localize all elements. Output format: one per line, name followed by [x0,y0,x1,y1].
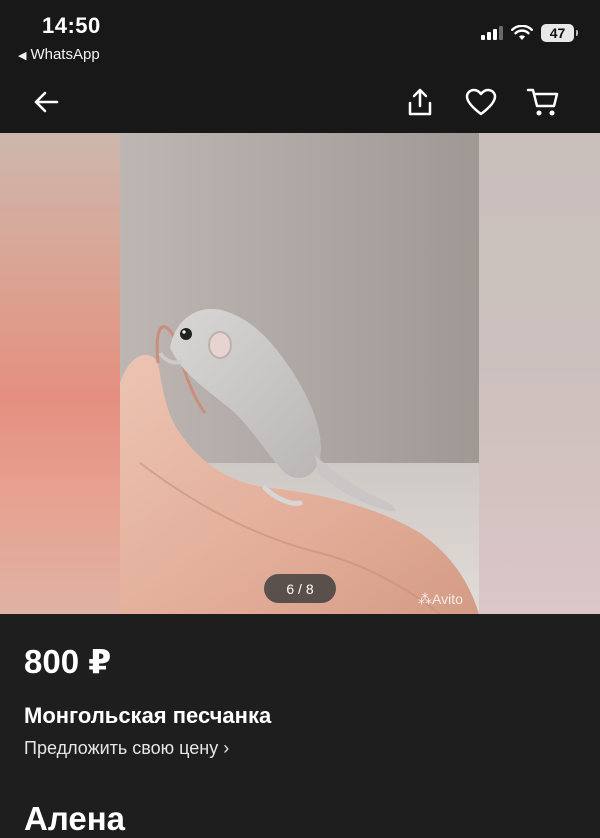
back-triangle-icon: ◀ [18,50,27,62]
favorite-button[interactable] [461,82,501,122]
seller-name[interactable]: Алена [24,800,125,838]
watermark-icon: ⁂ [418,591,432,607]
listing-title: Монгольская песчанка [24,703,272,728]
gallery-blur-right [479,133,600,614]
listing-price: 800 ₽ [24,643,112,680]
share-button[interactable] [400,82,440,122]
photo-counter: 6 / 8 [264,574,336,603]
back-to-app-link[interactable]: ◀ WhatsApp [18,46,100,63]
cellular-signal-icon [481,26,503,40]
battery-icon: 47 [541,24,578,42]
offer-price-label: Предложить свою цену [24,738,219,758]
battery-level: 47 [549,25,566,41]
listing-photo[interactable] [120,133,479,614]
photo-gallery[interactable]: 6 / 8 ⁂Avito [0,133,600,614]
top-navigation [0,70,600,133]
watermark-text: Avito [432,591,463,607]
offer-price-link[interactable]: Предложить свою цену › [24,738,229,759]
back-arrow-icon [34,91,59,113]
status-icons: 47 [481,24,578,42]
back-button[interactable] [26,82,66,122]
heart-icon [465,88,497,116]
status-bar: 14:50 ◀ WhatsApp 47 [0,0,600,70]
cart-button[interactable] [523,82,563,122]
cart-icon [526,88,559,116]
gallery-blur-left [0,133,120,614]
wifi-icon [511,25,533,40]
back-app-label: WhatsApp [30,46,100,63]
chevron-right-icon: › [223,738,230,758]
avito-watermark: ⁂Avito [418,591,463,608]
share-icon [408,88,432,116]
status-time: 14:50 [42,13,101,38]
